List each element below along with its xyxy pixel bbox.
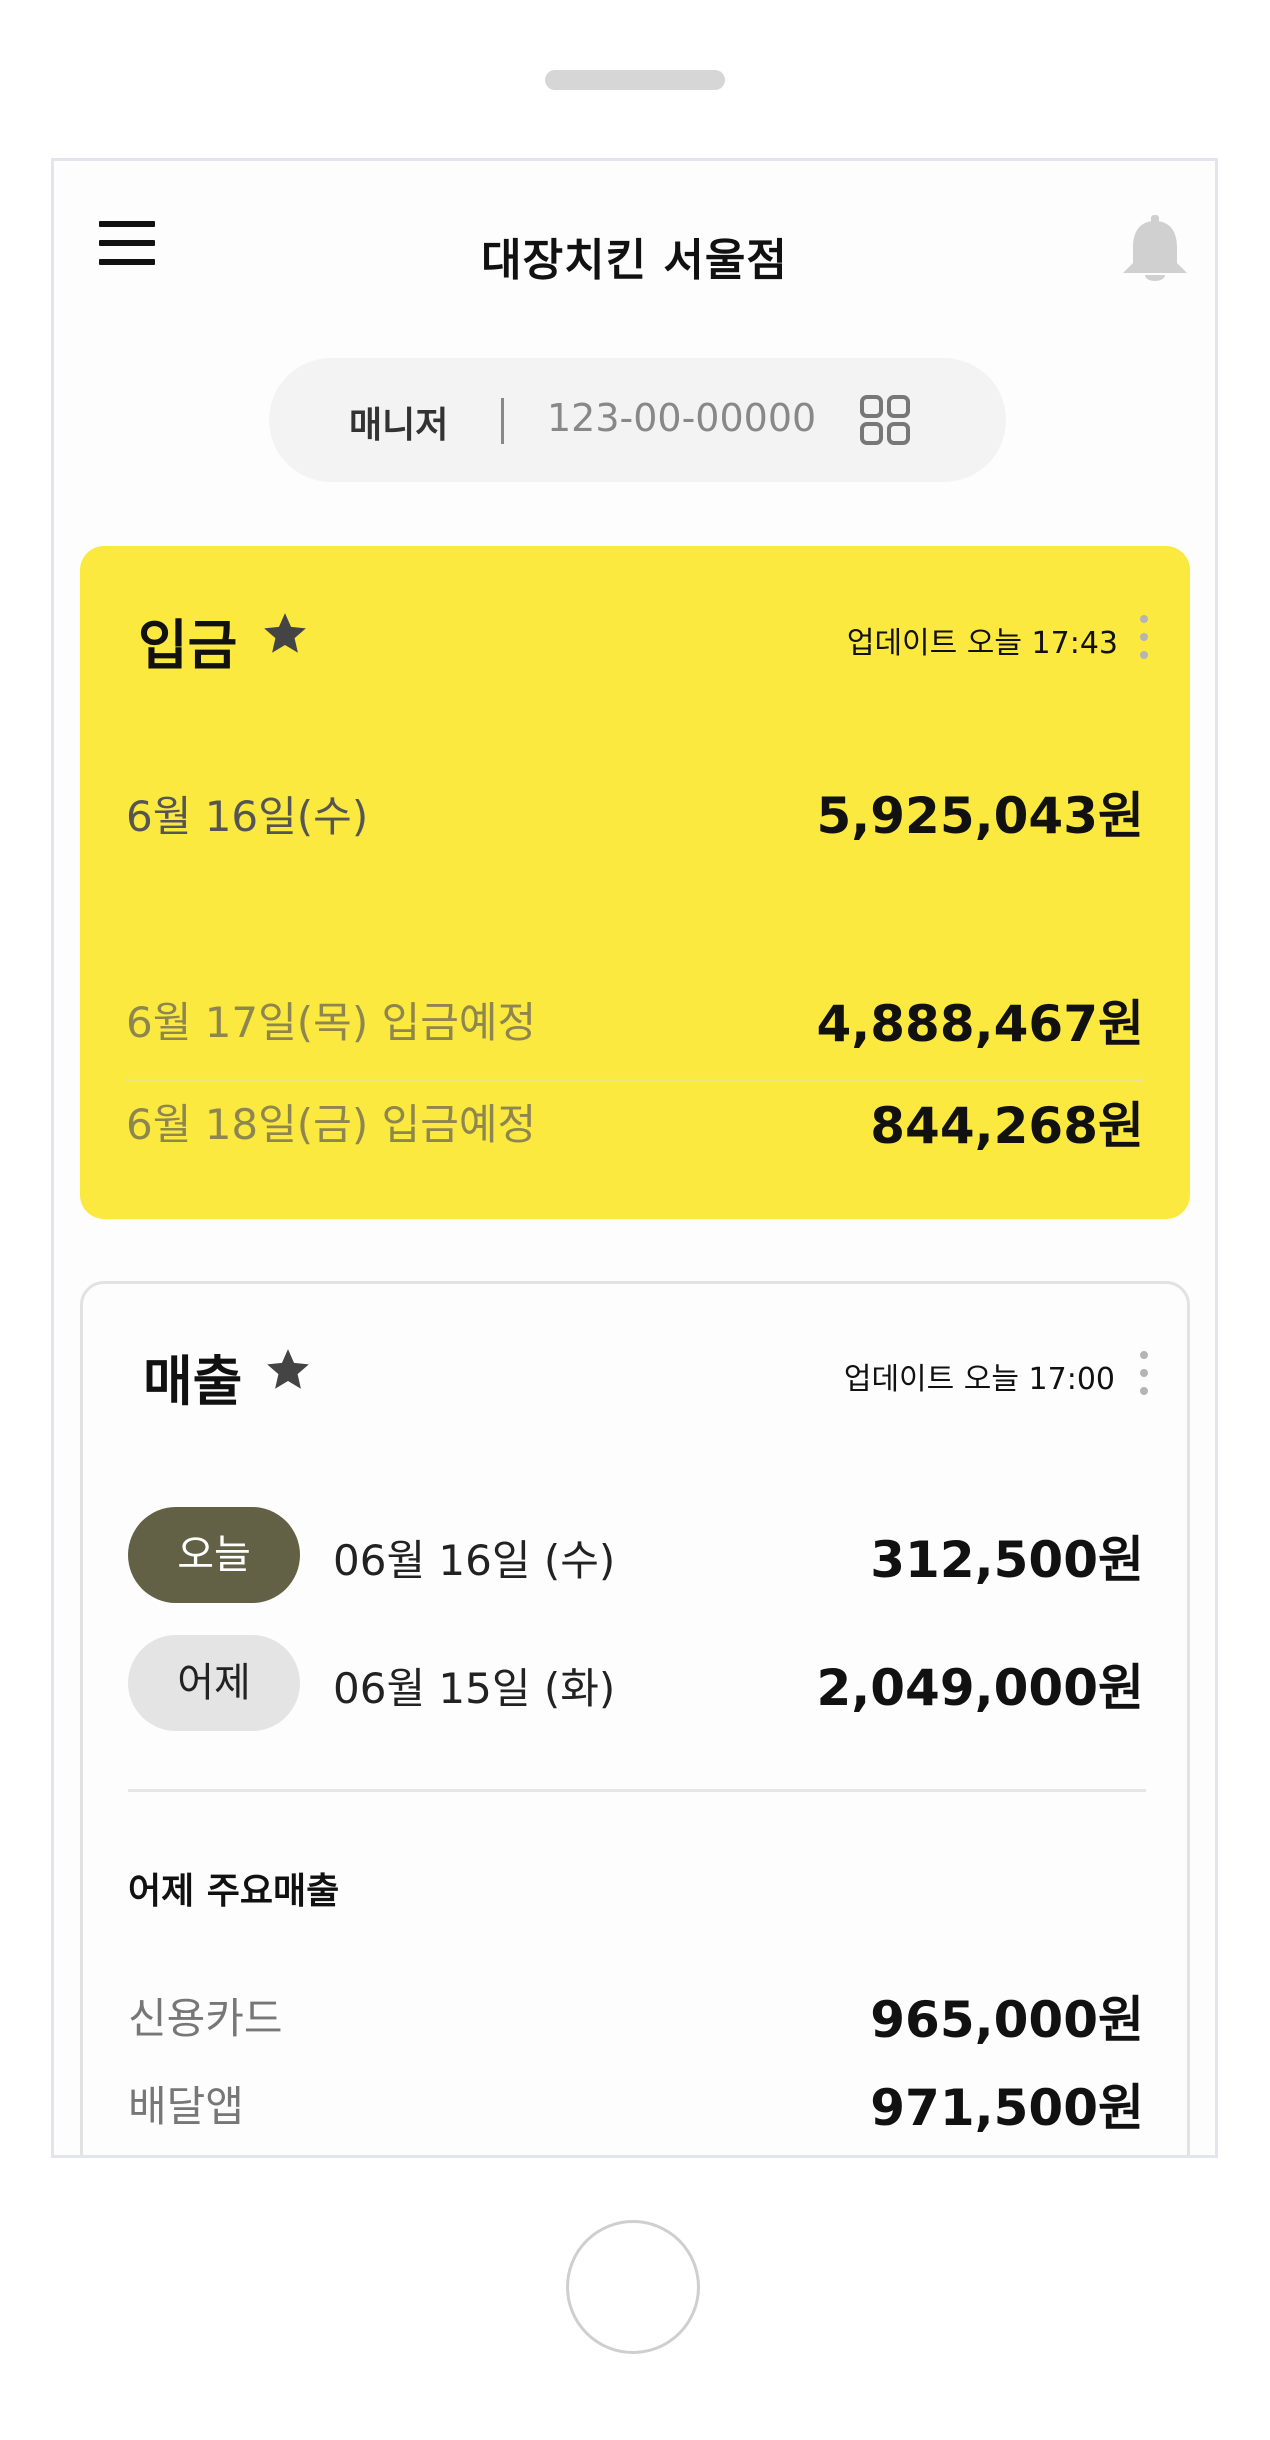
- app-screen: 대장치킨 서울점 매니저 123-00-00000 입금 업데이트 오늘 17:…: [51, 158, 1218, 2158]
- star-icon[interactable]: [260, 609, 310, 659]
- sales-date-today: 06월 16일 (수): [333, 1536, 616, 1585]
- deposit-card[interactable]: 입금 업데이트 오늘 17:43 6월 16일(수) 5,925,043원 6월…: [80, 546, 1190, 1219]
- sales-divider: [128, 1789, 1146, 1792]
- sales-amount-yesterday: 2,049,000원: [816, 1659, 1144, 1717]
- breakdown-amount: 971,500원: [870, 2079, 1144, 2137]
- chip-yesterday[interactable]: 어제: [128, 1635, 300, 1731]
- bell-icon[interactable]: [1117, 213, 1193, 289]
- breakdown-amount: 965,000원: [870, 1991, 1144, 2049]
- deposit-update-time: 업데이트 오늘 17:43: [846, 626, 1118, 661]
- breakdown-heading: 어제 주요매출: [128, 1871, 340, 1912]
- deposit-scheduled-label: 6월 18일(금) 입금예정: [126, 1100, 537, 1149]
- breakdown-label: 배달앱: [128, 2082, 244, 2131]
- business-number: 123-00-00000: [547, 396, 817, 440]
- role-label: 매니저: [349, 405, 449, 446]
- grid-icon[interactable]: [859, 394, 911, 446]
- store-title: 대장치킨 서울점: [481, 235, 788, 286]
- deposit-scheduled-amount: 844,268원: [870, 1097, 1144, 1155]
- star-icon[interactable]: [263, 1345, 313, 1395]
- deposit-scheduled-label: 6월 17일(목) 입금예정: [126, 998, 537, 1047]
- deposit-title: 입금: [138, 614, 238, 677]
- phone-speaker: [545, 70, 725, 90]
- deposit-today-label: 6월 16일(수): [126, 792, 369, 841]
- sales-date-yesterday: 06월 15일 (화): [333, 1664, 616, 1713]
- breakdown-label: 신용카드: [128, 1994, 283, 2043]
- kebab-icon[interactable]: [1139, 615, 1149, 659]
- deposit-today-amount: 5,925,043원: [816, 787, 1144, 845]
- kebab-icon[interactable]: [1139, 1351, 1149, 1395]
- deposit-divider: [126, 1079, 1144, 1082]
- home-button[interactable]: [566, 2220, 700, 2354]
- chip-today[interactable]: 오늘: [128, 1507, 300, 1603]
- sales-title: 매출: [143, 1350, 243, 1413]
- deposit-scheduled-amount: 4,888,467원: [816, 995, 1144, 1053]
- business-selector[interactable]: 매니저 123-00-00000: [269, 358, 1006, 482]
- sales-update-time: 업데이트 오늘 17:00: [843, 1362, 1115, 1397]
- pill-divider: [501, 398, 504, 444]
- sales-amount-today: 312,500원: [870, 1531, 1144, 1589]
- sales-card[interactable]: 매출 업데이트 오늘 17:00 오늘 06월 16일 (수) 312,500원…: [80, 1281, 1190, 2155]
